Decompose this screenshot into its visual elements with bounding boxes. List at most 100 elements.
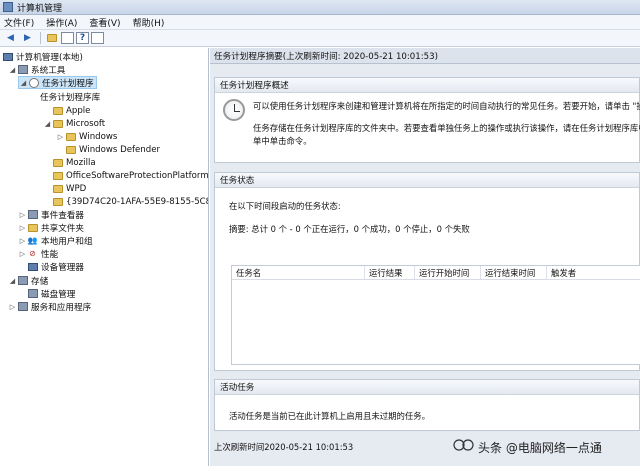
folder-icon <box>52 184 63 193</box>
folder-icon <box>65 132 76 141</box>
status-summary: 摘要: 总计 0 个 - 0 个正在运行，0 个成功，0 个停止，0 个失败 <box>229 224 470 234</box>
overview-line-1: 可以使用任务计划程序来创建和管理计算机将在所指定的时间自动执行的常见任务。若要开… <box>253 101 640 111</box>
tree-item-system-tools[interactable]: ◢ 系统工具 <box>8 63 65 76</box>
disk-icon <box>27 289 38 298</box>
watermark: 头条 @电脑网络一点通 <box>453 438 602 456</box>
tree-item-storage[interactable]: ◢ 存储 <box>8 274 48 287</box>
tree-item-label: 服务和应用程序 <box>31 302 92 313</box>
tree-item-disk-management[interactable]: 磁盘管理 <box>27 287 75 300</box>
up-folder-icon[interactable] <box>44 32 59 45</box>
tree-item-task-scheduler[interactable]: ◢ 任务计划程序 <box>18 76 97 89</box>
tree-item-performance[interactable]: ▷ ⊘ 性能 <box>18 247 58 260</box>
expand-arrow-icon[interactable]: ▷ <box>8 303 17 311</box>
tree-item-label: 性能 <box>41 249 59 260</box>
tree-item-services[interactable]: ▷ 服务和应用程序 <box>8 300 91 313</box>
folder-icon <box>52 119 63 128</box>
tree-item-shared-folders[interactable]: ▷ 共享文件夹 <box>18 221 84 234</box>
tree-item-label: Windows Defender <box>79 144 161 155</box>
tree-item-label: 共享文件夹 <box>41 223 84 234</box>
tree-root-label: 计算机管理(本地) <box>16 52 83 63</box>
overview-heading[interactable]: 任务计划程序概述 <box>215 78 639 93</box>
expand-arrow-icon[interactable]: ▷ <box>18 224 27 232</box>
overview-panel: 任务计划程序概述 可以使用任务计划程序来创建和管理计算机将在所指定的时间自动执行… <box>214 77 640 163</box>
event-viewer-icon <box>27 210 38 219</box>
tree-item-ospp[interactable]: OfficeSoftwareProtectionPlatform <box>52 169 208 182</box>
tree-root[interactable]: 计算机管理(本地) <box>2 50 83 63</box>
expand-arrow-icon[interactable]: ▷ <box>18 250 27 258</box>
folder-icon <box>52 106 63 115</box>
overview-line-2: 任务存储在任务计划程序库的文件夹中。若要查看单独任务上的操作或执行该操作，请在任… <box>253 123 640 133</box>
menu-action[interactable]: 操作(A) <box>46 16 77 29</box>
tools-icon <box>17 65 28 74</box>
collapse-arrow-icon[interactable]: ◢ <box>8 66 17 74</box>
folder-icon <box>65 145 76 154</box>
back-icon[interactable]: ◀ <box>3 32 18 45</box>
folder-icon <box>52 197 63 206</box>
task-status-panel: 任务状态 在以下时间段启动的任务状态: 摘要: 总计 0 个 - 0 个正在运行… <box>214 172 640 371</box>
storage-icon <box>17 276 28 285</box>
window-title: 计算机管理 <box>17 3 63 14</box>
menu-view[interactable]: 查看(V) <box>89 16 120 29</box>
column-run-result[interactable]: 运行结果 <box>365 265 415 280</box>
tree-item-label: 本地用户和组 <box>41 236 93 247</box>
shared-folder-icon <box>27 223 38 232</box>
tree-item-device-manager[interactable]: 设备管理器 <box>27 260 84 273</box>
toolbar-separator <box>40 32 41 44</box>
menu-help[interactable]: 帮助(H) <box>133 16 165 29</box>
tree-item-label: 任务计划程序库 <box>40 92 101 103</box>
forward-icon[interactable]: ▶ <box>20 32 35 45</box>
tree-item-windows[interactable]: ▷ Windows <box>56 130 118 143</box>
column-run-end[interactable]: 运行结束时间 <box>481 265 547 280</box>
show-hide-tree-icon[interactable] <box>61 32 74 44</box>
tree-item-wpd[interactable]: WPD <box>52 182 86 195</box>
active-tasks-text: 活动任务是当前已在此计算机上启用且未过期的任务。 <box>229 411 430 421</box>
watermark-text: 头条 @电脑网络一点通 <box>478 441 602 455</box>
clock-icon <box>28 77 39 88</box>
tree-item-label: 存储 <box>31 276 49 287</box>
collapse-arrow-icon[interactable]: ◢ <box>19 79 28 87</box>
tree-item-label: Microsoft <box>66 118 106 129</box>
device-manager-icon <box>27 262 38 271</box>
console-icon[interactable] <box>91 32 104 44</box>
menu-file[interactable]: 文件(F) <box>4 16 34 29</box>
watermark-logo-icon <box>453 439 474 451</box>
tree-item-event-viewer[interactable]: ▷ 事件查看器 <box>18 208 84 221</box>
collapse-arrow-icon[interactable]: ◢ <box>43 120 52 128</box>
expand-arrow-icon[interactable]: ▷ <box>18 237 27 245</box>
expand-arrow-icon[interactable]: ▷ <box>18 211 27 219</box>
performance-icon: ⊘ <box>29 249 36 258</box>
tree-item-label: 任务计划程序 <box>42 78 94 89</box>
tree-item-guid[interactable]: {39D74C20-1AFA-55E9-8155-5C8AD8 <box>52 195 208 208</box>
summary-title: 任务计划程序摘要(上次刷新时间: 2020-05-21 10:01:53) <box>210 48 640 64</box>
active-tasks-heading[interactable]: 活动任务 <box>215 380 639 395</box>
column-run-start[interactable]: 运行开始时间 <box>415 265 481 280</box>
column-task-name[interactable]: 任务名 <box>232 265 365 280</box>
tree-item-microsoft[interactable]: ◢ Microsoft <box>43 117 105 130</box>
clock-icon <box>223 99 245 121</box>
content-pane: 任务计划程序摘要(上次刷新时间: 2020-05-21 10:01:53) 任务… <box>210 48 640 466</box>
tree-item-label: 系统工具 <box>31 65 66 76</box>
tree-item-label: 磁盘管理 <box>41 289 76 300</box>
task-status-heading[interactable]: 任务状态 <box>215 173 639 188</box>
computer-icon <box>2 52 13 61</box>
services-icon <box>17 302 28 311</box>
tree-item-label: 设备管理器 <box>41 262 84 273</box>
tree-item-label: WPD <box>66 183 87 194</box>
expand-arrow-icon[interactable]: ▷ <box>56 133 65 141</box>
status-prompt: 在以下时间段启动的任务状态: <box>229 201 341 211</box>
column-triggered-by[interactable]: 触发者 <box>547 266 613 280</box>
tree-item-task-library[interactable]: 任务计划程序库 <box>40 90 100 103</box>
title-bar: 计算机管理 <box>0 0 640 15</box>
tree-item-mozilla[interactable]: Mozilla <box>52 156 96 169</box>
menu-bar: 文件(F) 操作(A) 查看(V) 帮助(H) <box>0 15 640 30</box>
overview-line-3: 单中单击命令。 <box>253 136 312 146</box>
computer-management-icon <box>3 2 13 12</box>
tree-item-label: {39D74C20-1AFA-55E9-8155-5C8AD8 <box>66 196 208 207</box>
collapse-arrow-icon[interactable]: ◢ <box>8 277 17 285</box>
folder-icon <box>52 171 63 180</box>
folder-icon <box>52 158 63 167</box>
help-icon[interactable]: ? <box>76 32 89 44</box>
tree-item-windows-defender[interactable]: Windows Defender <box>65 143 160 156</box>
tree-item-apple[interactable]: Apple <box>52 104 90 117</box>
tree-item-local-users[interactable]: ▷ 👥 本地用户和组 <box>18 234 93 247</box>
